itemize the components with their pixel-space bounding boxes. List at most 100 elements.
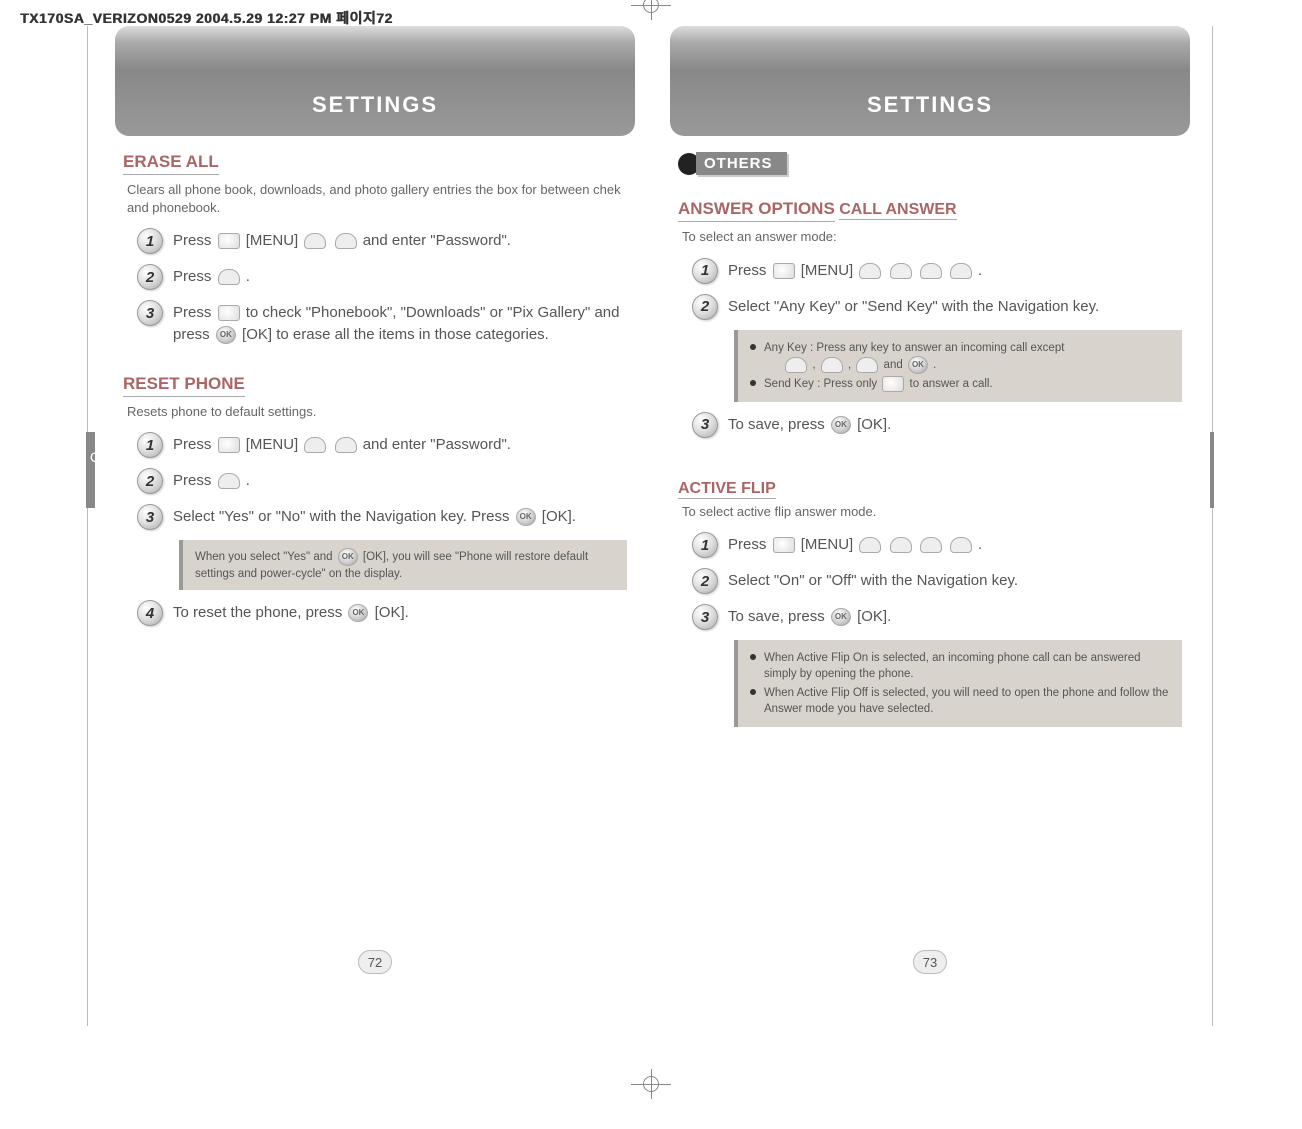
note-text: to answer a call.	[910, 378, 993, 390]
step-text: To reset the phone, press OK [OK].	[173, 600, 409, 624]
bullet-icon	[750, 344, 756, 350]
step-badge-4: 4	[137, 600, 163, 626]
note-text: Send Key : Press only	[764, 378, 880, 390]
nav-key-icon	[218, 305, 240, 321]
page-right: SETTINGS OTHERS ANSWER OPTIONS CALL ANSW…	[650, 26, 1210, 1026]
soft-key-icon	[335, 437, 357, 453]
step-text: Press .	[173, 264, 250, 288]
soft-key-icon	[920, 263, 942, 279]
text: Press	[173, 232, 216, 249]
active-flip-note: When Active Flip On is selected, an inco…	[734, 640, 1182, 726]
tab-title-left: SETTINGS	[312, 92, 438, 118]
text: To save, press	[728, 608, 829, 625]
soft-key-icon	[304, 437, 326, 453]
soft-key-icon	[856, 357, 878, 373]
bullet-icon	[750, 654, 756, 660]
flip-step-2: 2 Select "On" or "Off" with the Navigati…	[692, 568, 1182, 594]
page-tab-left: SETTINGS	[115, 26, 635, 136]
text: Press	[173, 436, 216, 453]
page-tab-right: SETTINGS	[670, 26, 1190, 136]
erase-all-desc: Clears all phone book, downloads, and ph…	[127, 181, 627, 216]
erase-step-1: 1 Press [MENU] and enter "Password".	[137, 228, 627, 254]
text: To reset the phone, press	[173, 604, 346, 621]
text: .	[978, 262, 982, 279]
step-text: Press [MENU] .	[728, 532, 982, 556]
ok-key-icon: OK	[831, 416, 851, 434]
text: [MENU]	[246, 436, 303, 453]
page-num-left: 72	[358, 950, 392, 974]
text: [OK].	[857, 608, 891, 625]
soft-key-icon	[218, 269, 240, 285]
note-text: Any Key : Press any key to answer an inc…	[764, 342, 1064, 354]
call-answer-note: Any Key : Press any key to answer an inc…	[734, 330, 1182, 402]
page-num-right: 73	[913, 950, 947, 974]
step-text: To save, press OK [OK].	[728, 604, 891, 628]
soft-key-icon	[890, 537, 912, 553]
step-text: Press [MENU] .	[728, 258, 982, 282]
nav-key-icon	[218, 233, 240, 249]
reset-phone-desc: Resets phone to default settings.	[127, 403, 627, 421]
active-flip-desc: To select active flip answer mode.	[682, 503, 1182, 521]
flip-step-3: 3 To save, press OK [OK].	[692, 604, 1182, 630]
call-answer-desc: To select an answer mode:	[682, 228, 1182, 246]
nav-key-icon	[773, 537, 795, 553]
answer-options-heading: ANSWER OPTIONS	[678, 199, 835, 222]
step-text: Select "On" or "Off" with the Navigation…	[728, 568, 1018, 592]
text: [OK] to erase all the items in those cat…	[242, 326, 549, 343]
page-border-left	[87, 26, 88, 1026]
erase-step-3: 3 Press to check "Phonebook", "Downloads…	[137, 300, 627, 346]
soft-key-icon	[859, 263, 881, 279]
reset-phone-heading: RESET PHONE	[123, 374, 245, 397]
soft-key-icon	[950, 537, 972, 553]
step-text: Press [MENU] and enter "Password".	[173, 432, 511, 456]
ok-key-icon: OK	[908, 356, 928, 374]
text: Press	[173, 472, 216, 489]
text: Select "Yes" or "No" with the Navigation…	[173, 508, 514, 525]
soft-key-icon	[304, 233, 326, 249]
text: [MENU]	[801, 262, 858, 279]
soft-key-icon	[950, 263, 972, 279]
step-text: Select "Any Key" or "Send Key" with the …	[728, 294, 1099, 318]
text: To save, press	[728, 416, 829, 433]
soft-key-icon	[890, 263, 912, 279]
text: Press	[728, 262, 771, 279]
bullet-icon	[750, 380, 756, 386]
step-badge-3: 3	[692, 604, 718, 630]
text: [OK].	[857, 416, 891, 433]
reset-step-1: 1 Press [MENU] and enter "Password".	[137, 432, 627, 458]
text: and enter "Password".	[363, 436, 511, 453]
text: Press	[728, 536, 771, 553]
step-text: To save, press OK [OK].	[728, 412, 891, 436]
soft-key-icon	[821, 357, 843, 373]
soft-key-icon	[218, 473, 240, 489]
text: [MENU]	[801, 536, 858, 553]
page-left: SETTINGS ERASE ALL Clears all phone book…	[95, 26, 655, 1026]
call-step-1: 1 Press [MENU] .	[692, 258, 1182, 284]
step-badge-1: 1	[692, 258, 718, 284]
page-border-right	[1212, 26, 1213, 1026]
note-text: When Active Flip Off is selected, you wi…	[764, 685, 1170, 717]
call-answer-heading: CALL ANSWER	[839, 201, 956, 220]
text: Press	[173, 268, 216, 285]
text: and enter "Password".	[363, 232, 511, 249]
text: Press	[173, 304, 216, 321]
reset-step-4: 4 To reset the phone, press OK [OK].	[137, 600, 627, 626]
others-label: OTHERS	[696, 152, 787, 175]
step-text: Press [MENU] and enter "Password".	[173, 228, 511, 252]
step-text: Press .	[173, 468, 250, 492]
text: .	[978, 536, 982, 553]
step-badge-1: 1	[692, 532, 718, 558]
nav-key-icon	[773, 263, 795, 279]
step-text: Select "Yes" or "No" with the Navigation…	[173, 504, 576, 528]
note-text: When you select "Yes" and	[195, 551, 336, 563]
ok-key-icon: OK	[216, 326, 236, 344]
erase-step-2: 2 Press .	[137, 264, 627, 290]
ok-key-icon: OK	[516, 508, 536, 526]
ok-key-icon: OK	[348, 604, 368, 622]
soft-key-icon	[920, 537, 942, 553]
tab-title-right: SETTINGS	[867, 92, 993, 118]
step-badge-3: 3	[692, 412, 718, 438]
soft-key-icon	[335, 233, 357, 249]
nav-key-icon	[218, 437, 240, 453]
step-badge-2: 2	[692, 568, 718, 594]
